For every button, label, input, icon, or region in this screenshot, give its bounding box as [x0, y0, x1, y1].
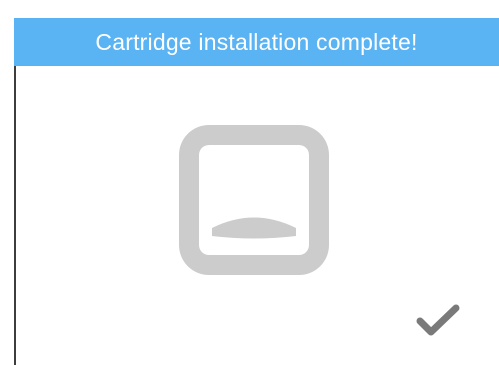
installation-complete-screen: Cartridge installation complete! [0, 0, 499, 365]
cartridge-slot-icon [179, 125, 329, 275]
confirm-button[interactable] [408, 293, 468, 347]
checkmark-icon [416, 304, 460, 336]
title-bar: Cartridge installation complete! [14, 18, 499, 66]
page-title: Cartridge installation complete! [95, 28, 418, 55]
screen-border [14, 66, 16, 365]
